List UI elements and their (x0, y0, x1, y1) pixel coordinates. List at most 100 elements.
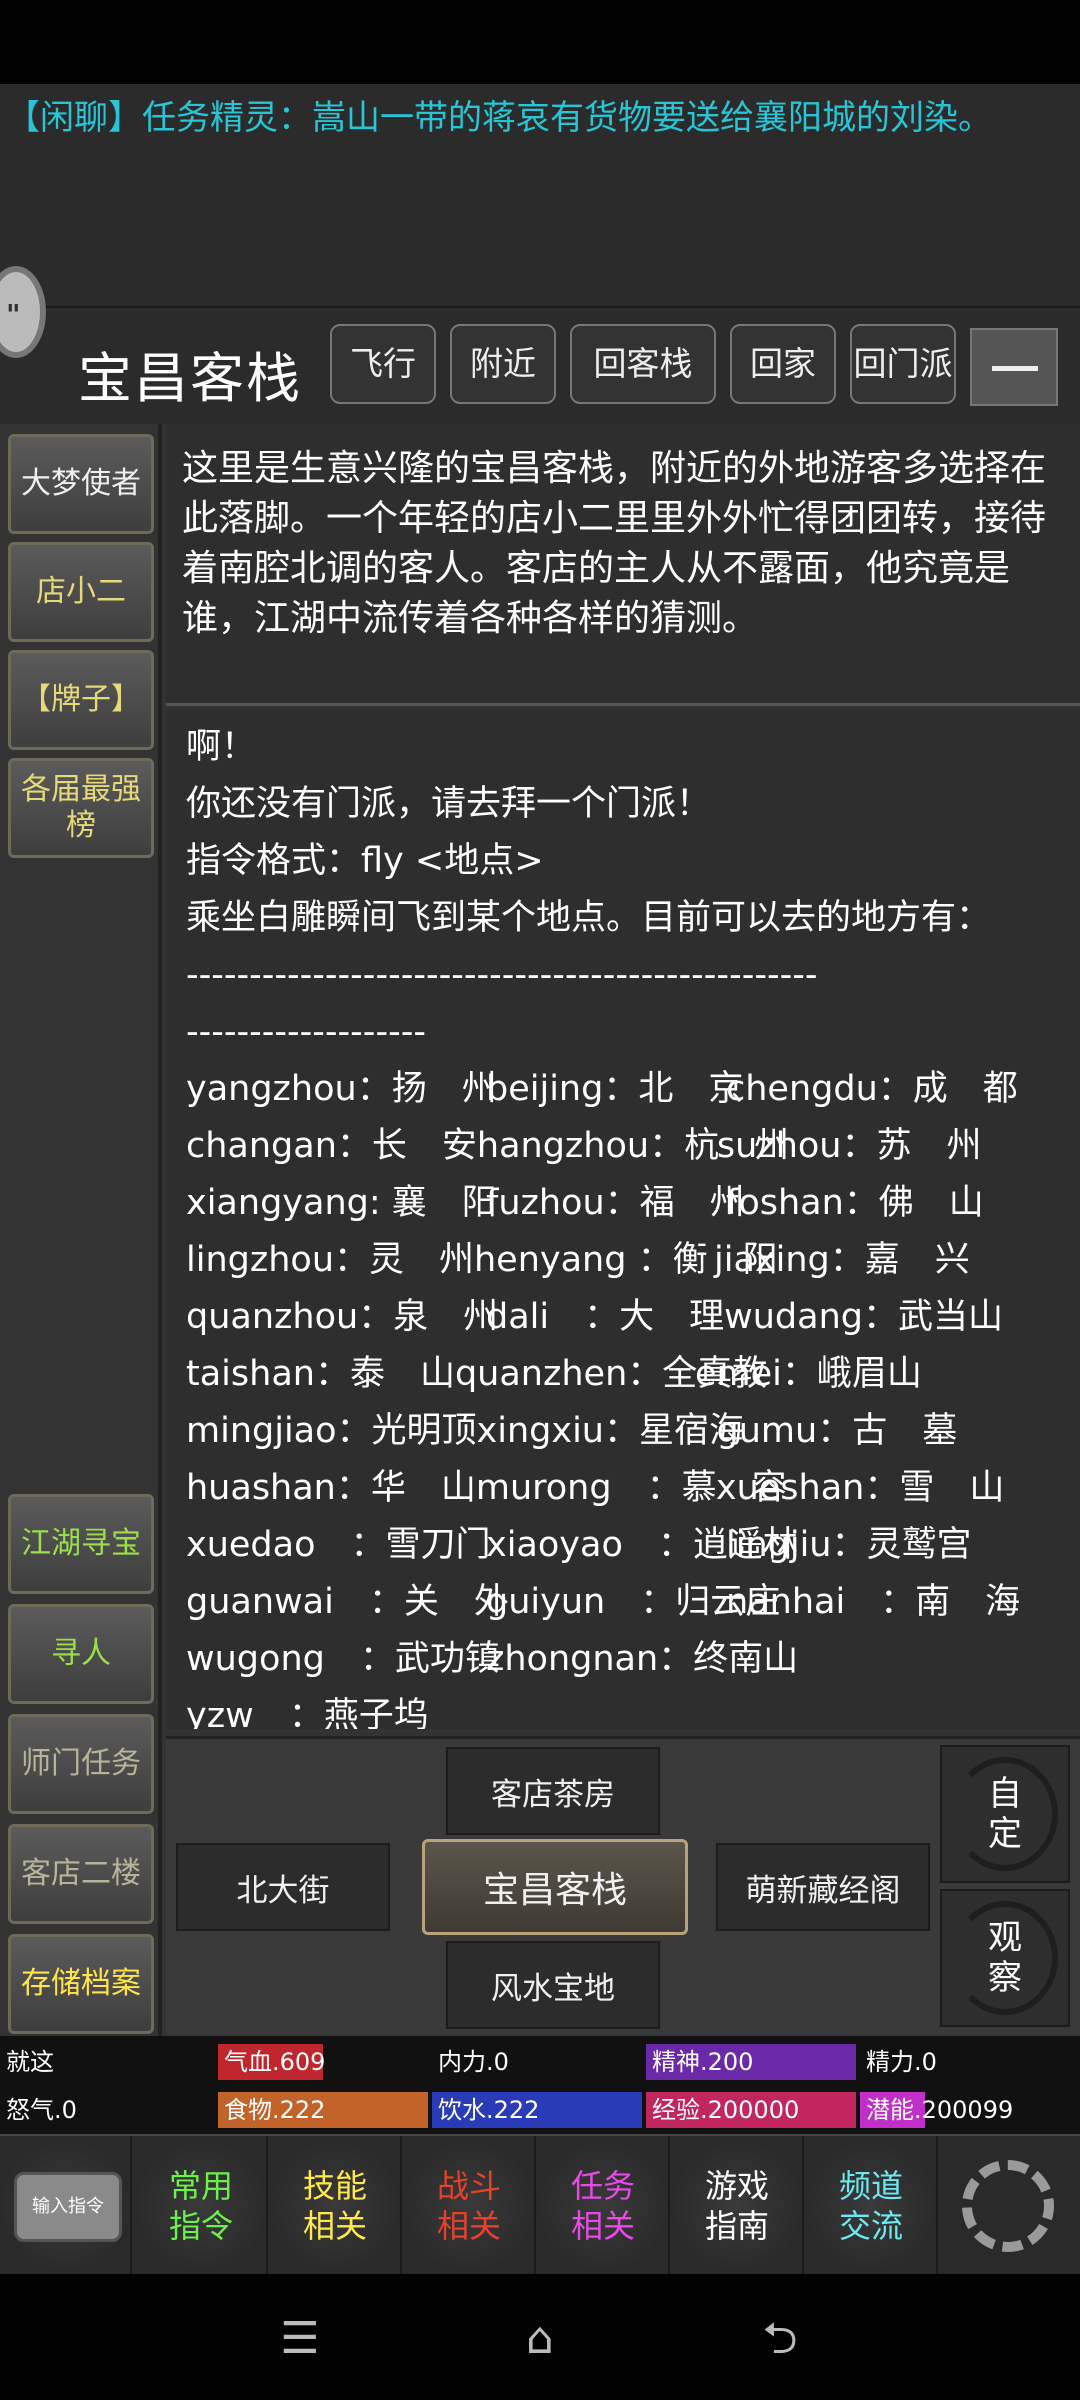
destination: xiangyang: 襄 阳 (186, 1183, 497, 1223)
stat-row1-3: 精神.200 (646, 2042, 860, 2082)
settings-gear-icon[interactable] (962, 2160, 1054, 2252)
status-bar (0, 0, 1080, 84)
exit-east[interactable]: 萌新藏经阁 (716, 1843, 930, 1931)
destination: xueshan：雪 山 (715, 1468, 1005, 1508)
destination: nanhai ：南 海 (726, 1582, 1021, 1622)
message-line: 啊！ (186, 727, 257, 767)
fly-button[interactable]: 飞行 (330, 324, 436, 404)
destination: quanzhou：泉 州 (186, 1297, 499, 1337)
stat-label: 气血.609 (224, 2048, 326, 2076)
destination: suzhou：苏 州 (716, 1126, 982, 1166)
location-title: 宝昌客栈 (78, 347, 302, 410)
destination: henyang ：衡 阳 (474, 1240, 778, 1280)
stat-label: 经验.200000 (652, 2096, 800, 2124)
destination: xiaoyao ：逍遥林 (486, 1525, 798, 1565)
message-line: 你还没有门派，请去拜一个门派！ (186, 784, 712, 824)
menu-item-4[interactable]: 游戏 指南 (672, 2136, 804, 2276)
current-room[interactable]: 宝昌客栈 (422, 1839, 688, 1935)
stat-label: 精神.200 (652, 2048, 754, 2076)
menu-item-label: 常用 指令 (168, 2167, 233, 2245)
menu-item-3[interactable]: 任务 相关 (538, 2136, 670, 2276)
stat-label: 内力.0 (438, 2048, 509, 2076)
sidebar: 大梦使者 店小二 【牌子】 各届最强榜 江湖寻宝 寻人 师门任务 客店二楼 存储… (0, 424, 162, 2036)
destination: hangzhou：杭 州 (476, 1126, 790, 1166)
stat-label: 怒气.0 (6, 2096, 77, 2124)
input-command-label: 输入指令 (32, 2196, 104, 2217)
recent-apps-icon[interactable]: ☰ (270, 2314, 330, 2364)
exit-north[interactable]: 客店茶房 (446, 1747, 660, 1835)
back-icon[interactable]: ⮌ (750, 2314, 810, 2364)
action-save-archive[interactable]: 存储档案 (8, 1934, 154, 2034)
stat-label: 食物.222 (224, 2096, 326, 2124)
message-divider: ----------------------------------------… (186, 955, 818, 995)
exit-south[interactable]: 风水宝地 (446, 1941, 660, 2029)
menu-item-1[interactable]: 技能 相关 (270, 2136, 402, 2276)
stat-row2-1: 食物.222 (218, 2090, 432, 2130)
stat-row1-2: 内力.0 (432, 2042, 646, 2082)
custom-button[interactable]: 自定 (940, 1745, 1070, 1883)
item-paizi[interactable]: 【牌子】 (8, 650, 154, 750)
destination: taishan：泰 山 (186, 1354, 455, 1394)
destination: wudang：武当山 (724, 1297, 1003, 1337)
stat-row2-3: 经验.200000 (646, 2090, 860, 2130)
stat-label: 饮水.222 (438, 2096, 540, 2124)
chat-area: 【闲聊】任务精灵：嵩山一带的蒋哀有货物要送给襄阳城的刘染。 (0, 84, 1080, 306)
stat-label: 精力.0 (866, 2048, 937, 2076)
menu-item-label: 任务 相关 (570, 2167, 635, 2245)
action-find-person[interactable]: 寻人 (8, 1604, 154, 1704)
menu-item-2[interactable]: 战斗 相关 (404, 2136, 536, 2276)
destination: emei：峨眉山 (694, 1354, 922, 1394)
menu-item-0[interactable]: 常用 指令 (136, 2136, 268, 2276)
stat-row2-0: 怒气.0 (0, 2090, 218, 2130)
action-treasure-hunt[interactable]: 江湖寻宝 (8, 1494, 154, 1594)
destination: wugong ：武功镇 (186, 1639, 500, 1679)
collapse-button[interactable] (970, 328, 1058, 406)
destination: zhongnan：终南山 (486, 1639, 799, 1679)
menu-item-label: 频道 交流 (838, 2167, 903, 2245)
system-nav-bar: ☰ ⌂ ⮌ (0, 2274, 1080, 2400)
npc-ranking[interactable]: 各届最强榜 (8, 758, 154, 858)
stat-label: 就这 (6, 2048, 54, 2076)
location-bar: " 宝昌客栈 飞行 附近 回客栈 回家 回门派 (0, 266, 1080, 424)
chat-text: 任务精灵：嵩山一带的蒋哀有货物要送给襄阳城的刘染。 (142, 98, 992, 138)
message-log: 啊！ 你还没有门派，请去拜一个门派！ 指令格式：fly <地点> 乘坐白雕瞬间飞… (166, 709, 1080, 1729)
destination: guanwai ：关 外 (186, 1582, 509, 1622)
exit-west[interactable]: 北大街 (176, 1843, 390, 1931)
npc-dianxiaoer[interactable]: 店小二 (8, 542, 154, 642)
message-line: 乘坐白雕瞬间飞到某个地点。目前可以去的地方有： (186, 898, 992, 938)
stat-row1-4: 精力.0 (860, 2042, 1080, 2082)
destination: lingzhou：灵 州 (186, 1240, 474, 1280)
chat-message: 【闲聊】任务精灵：嵩山一带的蒋哀有货物要送给襄阳城的刘染。 (6, 96, 1076, 140)
stat-row2-2: 饮水.222 (432, 2090, 646, 2130)
menu-item-label: 技能 相关 (302, 2167, 367, 2245)
nearby-button[interactable]: 附近 (450, 324, 556, 404)
destination: lingjiu：灵鹫宫 (726, 1525, 972, 1565)
observe-button[interactable]: 观察 (940, 1889, 1070, 2027)
destination: chengdu：成 都 (726, 1069, 1018, 1109)
destination: changan：长 安 (186, 1126, 477, 1166)
npc-dameng-shizhe[interactable]: 大梦使者 (8, 434, 154, 534)
custom-label: 自定 (988, 1774, 1022, 1854)
destination: xingxiu：星宿海 (476, 1411, 744, 1451)
destination: fuzhou：福 州 (486, 1183, 745, 1223)
home-icon[interactable]: ⌂ (510, 2314, 570, 2364)
menu-item-label: 战斗 相关 (436, 2167, 501, 2245)
stat-row1-0: 就这 (0, 2042, 218, 2082)
action-inn-upstairs[interactable]: 客店二楼 (8, 1824, 154, 1924)
return-home-button[interactable]: 回家 (730, 324, 836, 404)
return-inn-button[interactable]: 回客栈 (570, 324, 716, 404)
destination: huashan：华 山 (186, 1468, 476, 1508)
keyboard-icon: 输入指令 (14, 2172, 122, 2242)
action-sect-quest[interactable]: 师门任务 (8, 1714, 154, 1814)
input-command-button[interactable]: 输入指令 (0, 2136, 132, 2276)
destination: guiyun ：归云庄 (486, 1582, 781, 1622)
stat-row1-1: 气血.609 (218, 2042, 432, 2082)
destination: beijing：北 京 (486, 1069, 744, 1109)
stat-row2-4: 潜能.200099 (860, 2090, 1080, 2130)
destination: foshan：佛 山 (726, 1183, 984, 1223)
destination: xuedao ：雪刀门 (186, 1525, 491, 1565)
menu-item-5[interactable]: 频道 交流 (806, 2136, 938, 2276)
return-sect-button[interactable]: 回门派 (850, 324, 956, 404)
destination: gumu：古 墓 (716, 1411, 958, 1451)
destination: yangzhou：扬 州 (186, 1069, 497, 1109)
